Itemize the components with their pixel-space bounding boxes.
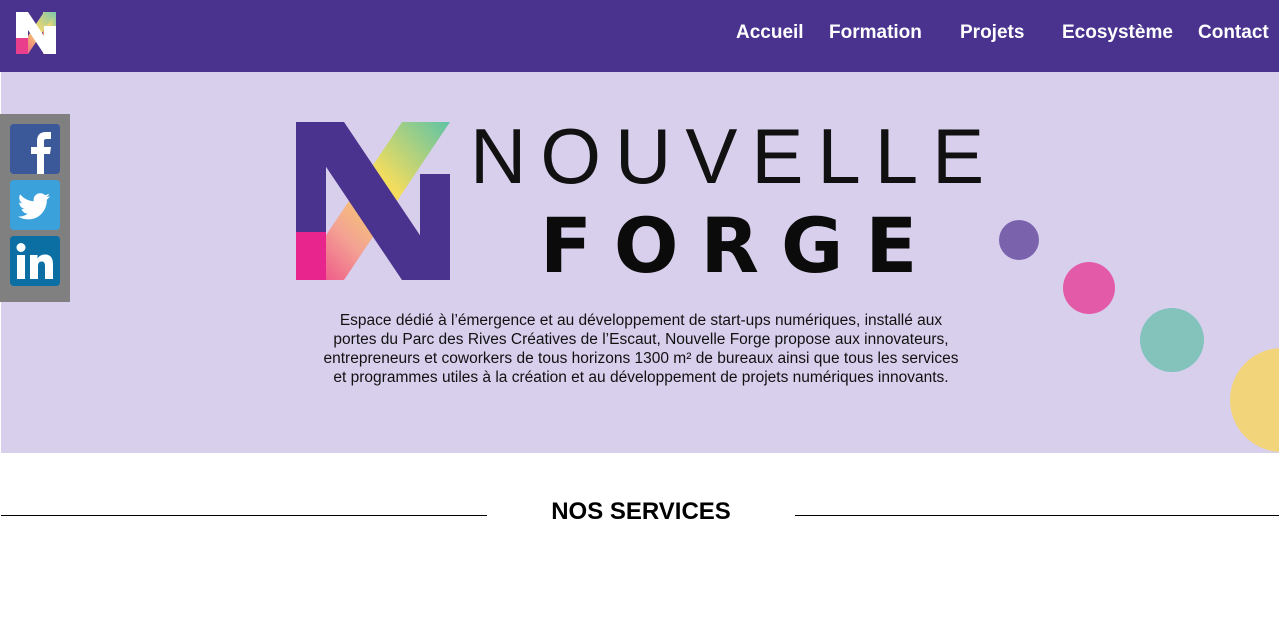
- services-divider-left: [1, 515, 487, 516]
- nav-item-projets[interactable]: Projets: [960, 22, 1024, 44]
- facebook-icon[interactable]: [10, 124, 60, 174]
- decorative-dot-purple: [999, 220, 1039, 260]
- hero-description: Espace dédié à l’émergence et au dévelop…: [323, 312, 959, 386]
- decorative-dot-teal: [1140, 308, 1204, 372]
- nouvelle-forge-logo-icon[interactable]: [14, 12, 58, 54]
- nav-item-accueil[interactable]: Accueil: [736, 22, 804, 44]
- nav-item-formation[interactable]: Formation: [829, 22, 922, 44]
- brand-wordmark-forge: FORGE: [540, 201, 940, 290]
- nouvelle-forge-emblem-icon: [296, 122, 450, 280]
- social-share-bar: [0, 114, 70, 302]
- services-divider-right: [795, 515, 1279, 516]
- brand-wordmark-nouvelle: NOUVELLE: [470, 112, 999, 200]
- nav-item-contact[interactable]: Contact: [1198, 22, 1269, 44]
- twitter-icon[interactable]: [10, 180, 60, 230]
- nav-item-ecosysteme[interactable]: Ecosystème: [1062, 22, 1173, 44]
- decorative-dot-yellow: [1230, 348, 1279, 452]
- top-navigation-bar: Accueil Formation Projets Ecosystème Con…: [0, 0, 1279, 72]
- linkedin-icon[interactable]: [10, 236, 60, 286]
- services-heading: NOS SERVICES: [551, 498, 731, 525]
- decorative-dot-pink: [1063, 262, 1115, 314]
